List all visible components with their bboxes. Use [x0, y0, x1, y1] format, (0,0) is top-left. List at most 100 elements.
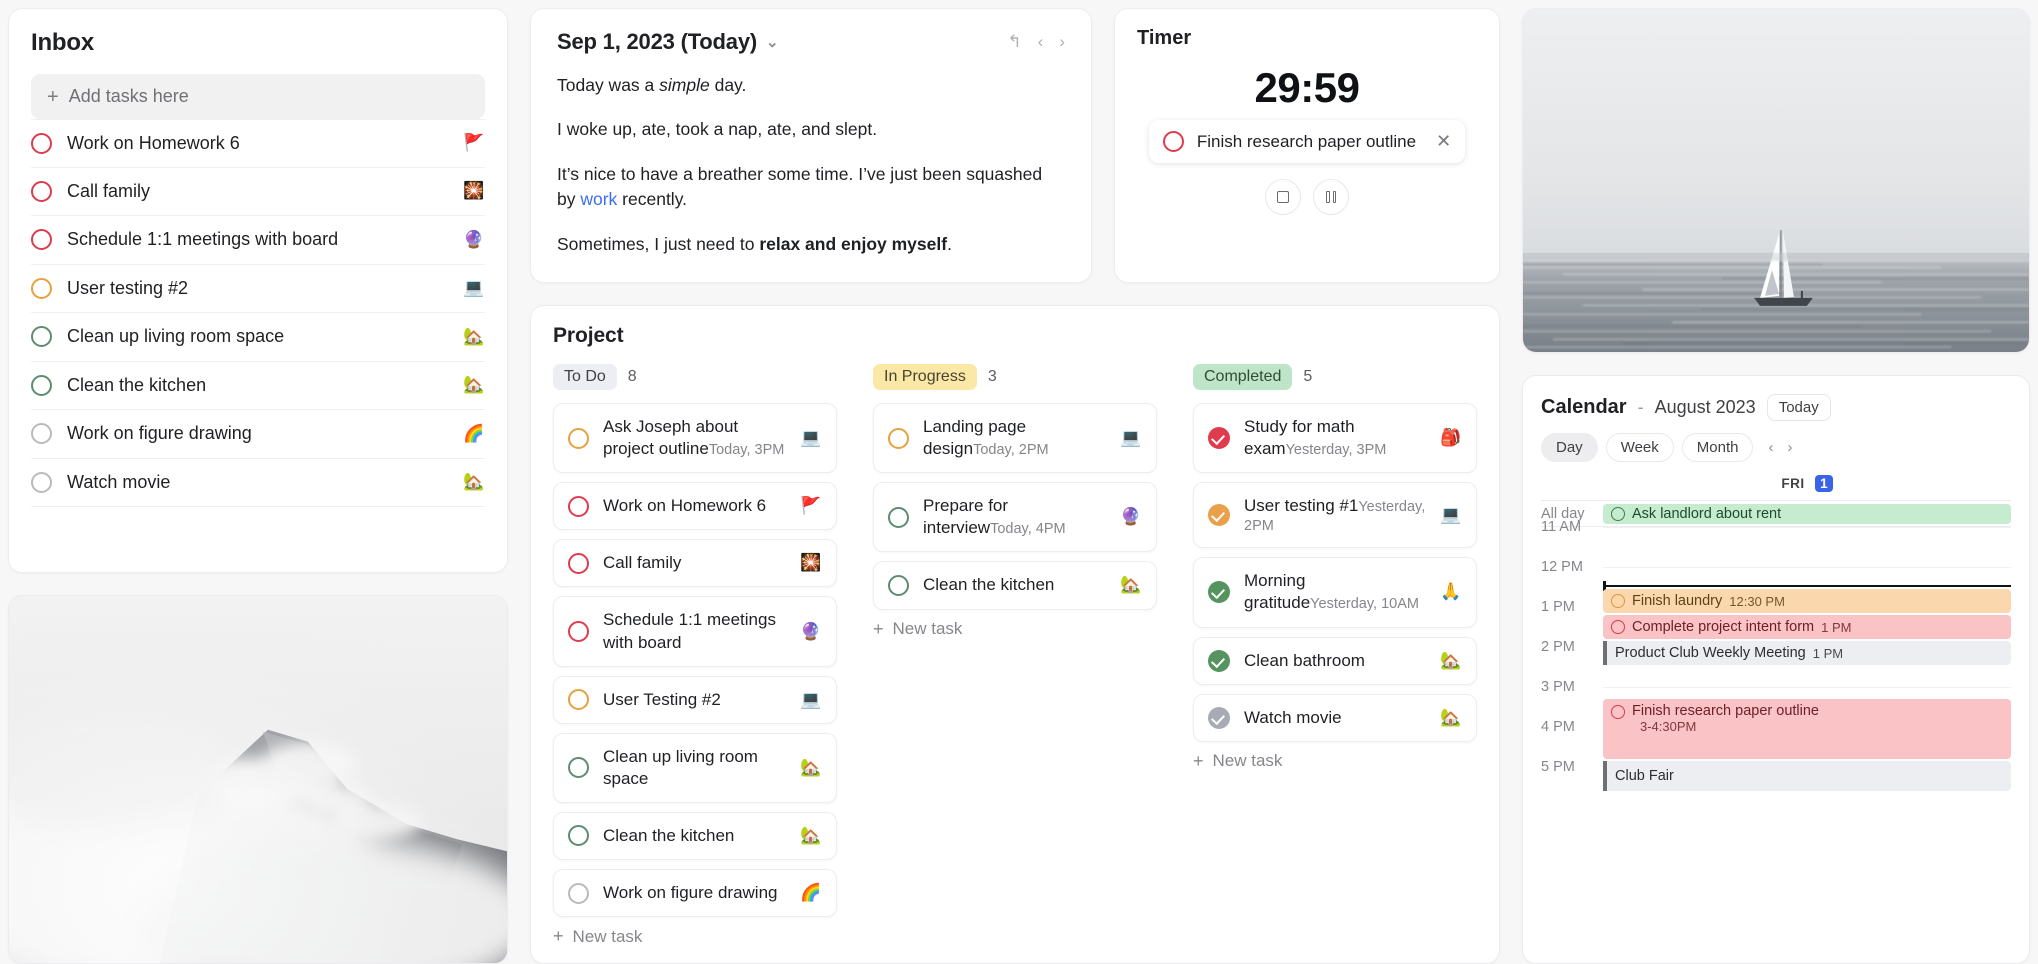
task-checkbox[interactable]: [568, 427, 589, 449]
calendar-event[interactable]: Complete project intent form 1 PM: [1603, 615, 2011, 639]
task-emoji-icon: 🙏: [1440, 582, 1462, 602]
event-checkbox[interactable]: [1611, 705, 1625, 719]
task-card[interactable]: Watch movie 🏡: [1193, 693, 1477, 742]
task-card[interactable]: Morning gratitudeYesterday, 10AM 🙏: [1193, 557, 1477, 628]
calendar-event-time: 3-4:30PM: [1640, 719, 1697, 734]
task-checkbox[interactable]: [888, 506, 909, 528]
task-checkbox[interactable]: [31, 374, 52, 396]
task-emoji-icon: 🌈: [463, 423, 485, 443]
task-checkbox-checked[interactable]: [1208, 504, 1230, 527]
calendar-event[interactable]: Product Club Weekly Meeting 1 PM: [1603, 641, 2011, 665]
list-item[interactable]: Clean up living room space 🏡: [31, 313, 485, 362]
task-card[interactable]: Clean bathroom 🏡: [1193, 636, 1477, 685]
journal-paragraph-1: Today was a simple day.: [557, 75, 747, 95]
list-item[interactable]: Call family 🎇: [31, 168, 485, 216]
task-card[interactable]: Study for math examYesterday, 3PM 🎒: [1193, 403, 1477, 474]
kanban-status-badge[interactable]: In Progress: [873, 364, 977, 391]
list-item[interactable]: Schedule 1:1 meetings with board 🔮: [31, 216, 485, 265]
add-task-input[interactable]: + Add tasks here: [31, 74, 485, 119]
task-checkbox-checked[interactable]: [1208, 706, 1230, 729]
task-card[interactable]: Landing page designToday, 2PM 💻: [873, 403, 1157, 474]
task-card-meta: Today, 4PM: [990, 521, 1066, 538]
list-item-label: Clean up living room space: [67, 326, 285, 347]
task-checkbox[interactable]: [568, 621, 589, 643]
journal-body[interactable]: Today was a simple day. I woke up, ate, …: [557, 73, 1065, 257]
task-checkbox[interactable]: [31, 229, 52, 251]
task-checkbox[interactable]: [31, 326, 52, 348]
task-checkbox[interactable]: [568, 689, 589, 711]
task-card[interactable]: User Testing #2 💻: [553, 675, 837, 724]
kanban-column: To Do 8 Ask Joseph about project outlineTo…: [553, 364, 837, 947]
all-day-event[interactable]: Ask landlord about rent: [1603, 503, 2011, 524]
task-checkbox-checked[interactable]: [1208, 649, 1230, 672]
kanban-status-badge[interactable]: Completed: [1193, 364, 1293, 391]
task-card[interactable]: Call family 🎇: [553, 539, 837, 588]
task-card[interactable]: Clean up living room space 🏡: [553, 732, 837, 803]
view-day-button[interactable]: Day: [1541, 433, 1598, 462]
list-item[interactable]: Clean the kitchen 🏡: [31, 362, 485, 410]
task-checkbox-checked[interactable]: [1208, 427, 1230, 450]
kanban-status-badge[interactable]: To Do: [553, 364, 617, 391]
task-card[interactable]: Work on Homework 6 🚩: [553, 482, 837, 531]
task-checkbox[interactable]: [888, 574, 909, 596]
list-item[interactable]: Work on figure drawing 🌈: [31, 410, 485, 459]
task-emoji-icon: 🏡: [463, 326, 485, 346]
today-button[interactable]: Today: [1766, 394, 1831, 421]
event-checkbox[interactable]: [1611, 506, 1625, 521]
new-task-button[interactable]: + New task: [1193, 751, 1477, 772]
task-checkbox[interactable]: [31, 180, 52, 202]
task-checkbox[interactable]: [568, 757, 589, 779]
task-checkbox[interactable]: [1162, 131, 1184, 152]
task-emoji-icon: 🔮: [800, 621, 822, 641]
event-checkbox[interactable]: [1611, 620, 1625, 634]
undo-icon[interactable]: ↰: [1007, 32, 1021, 52]
next-day-icon[interactable]: ›: [1059, 32, 1065, 52]
event-checkbox[interactable]: [1611, 594, 1625, 608]
list-item[interactable]: Work on Homework 6 🚩: [31, 119, 485, 168]
task-checkbox[interactable]: [31, 277, 52, 299]
calendar-event[interactable]: Club Fair: [1603, 761, 2011, 791]
task-checkbox[interactable]: [31, 423, 52, 445]
task-checkbox[interactable]: [31, 132, 52, 154]
task-card[interactable]: Prepare for interviewToday, 4PM 🔮: [873, 482, 1157, 553]
view-month-button[interactable]: Month: [1681, 433, 1754, 462]
task-emoji-icon: 🏡: [800, 825, 822, 845]
task-card-meta: Today, 3PM: [708, 442, 785, 459]
prev-day-icon[interactable]: ‹: [1038, 32, 1044, 52]
new-task-button[interactable]: + New task: [553, 926, 837, 947]
calendar-event[interactable]: Finish laundry 12:30 PM: [1603, 589, 2011, 613]
work-link[interactable]: work: [580, 189, 617, 209]
prev-period-icon[interactable]: ‹: [1768, 439, 1773, 456]
task-card[interactable]: User testing #1Yesterday, 2PM 💻: [1193, 482, 1477, 549]
next-period-icon[interactable]: ›: [1787, 439, 1792, 456]
stop-button[interactable]: [1265, 179, 1301, 215]
task-card[interactable]: Work on figure drawing 🌈: [553, 869, 837, 918]
list-item-label: Work on figure drawing: [67, 423, 252, 444]
mountain-photo: [8, 595, 508, 964]
task-card-text: Clean bathroom: [1244, 650, 1426, 672]
task-card[interactable]: Clean the kitchen 🏡: [873, 561, 1157, 610]
new-task-label: New task: [1212, 751, 1283, 771]
task-card-title: Morning gratitude: [1244, 571, 1311, 613]
task-checkbox[interactable]: [568, 882, 589, 904]
task-checkbox-checked[interactable]: [1208, 581, 1230, 604]
project-title: Project: [553, 324, 624, 348]
task-card-meta: Today, 2PM: [973, 442, 1049, 459]
task-card[interactable]: Schedule 1:1 meetings with board 🔮: [553, 596, 837, 667]
close-icon[interactable]: ✕: [1436, 131, 1451, 152]
new-task-button[interactable]: + New task: [873, 619, 1157, 640]
task-card[interactable]: Clean the kitchen 🏡: [553, 811, 837, 860]
timer-active-task[interactable]: Finish research paper outline ✕: [1148, 120, 1466, 163]
task-checkbox[interactable]: [31, 471, 52, 493]
pause-button[interactable]: [1313, 179, 1349, 215]
journal-date-selector[interactable]: Sep 1, 2023 (Today) ⌄: [557, 29, 779, 55]
view-week-button[interactable]: Week: [1605, 433, 1674, 462]
task-checkbox[interactable]: [568, 495, 589, 517]
task-checkbox[interactable]: [568, 825, 589, 847]
task-checkbox[interactable]: [568, 552, 589, 574]
calendar-event[interactable]: Finish research paper outline 3-4:30PM: [1603, 699, 2011, 759]
task-checkbox[interactable]: [888, 427, 909, 449]
list-item[interactable]: User testing #2 💻: [31, 265, 485, 313]
list-item[interactable]: Watch movie 🏡: [31, 459, 485, 507]
task-card[interactable]: Ask Joseph about project outlineToday, 3…: [553, 403, 837, 474]
